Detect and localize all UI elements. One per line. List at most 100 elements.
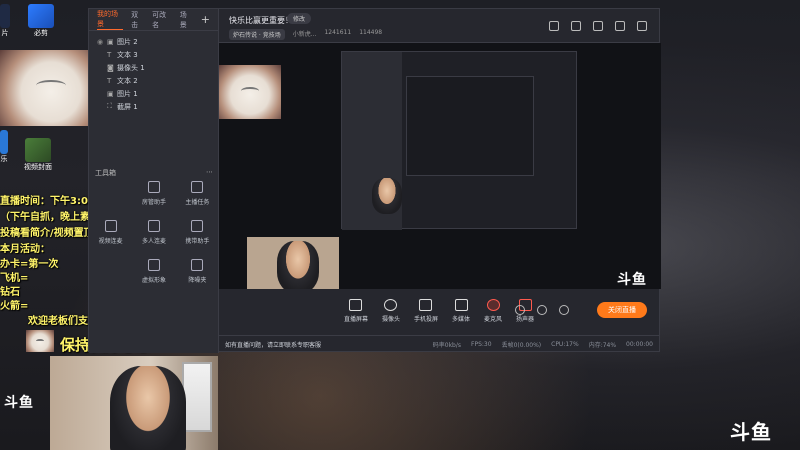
header-icons xyxy=(549,21,647,31)
clipboard-icon xyxy=(191,181,204,193)
phone-icon xyxy=(419,299,433,311)
nested-preview xyxy=(406,76,534,176)
cat-image xyxy=(0,50,102,126)
tool-carry-assistant[interactable]: 携带助手 xyxy=(176,220,219,245)
overlay-line: 钻石 xyxy=(0,287,20,298)
source-item[interactable]: T 文本 3 xyxy=(89,48,218,61)
tool-video-link[interactable]: 视频连麦 xyxy=(89,220,132,245)
status-bitrate: 码率0kb/s xyxy=(432,342,462,349)
store-icon[interactable] xyxy=(549,21,559,31)
phone-cast-button[interactable]: 手机投屏 xyxy=(414,299,438,323)
camera-button[interactable]: 摄像头 xyxy=(382,299,400,323)
webcam-feed xyxy=(50,356,218,450)
stop-live-button[interactable]: 关闭直播 xyxy=(597,302,647,318)
video-icon xyxy=(104,220,117,232)
eye-icon[interactable] xyxy=(537,305,547,315)
overlay-line: 火箭= xyxy=(0,301,29,312)
source-item[interactable]: ⛶ 截屏 1 xyxy=(89,100,218,113)
room-id: 1241611 xyxy=(324,29,352,36)
status-bar: 如有直播问题，请立即联系专职客服 码率0kb/s FPS:30 丢帧0(0.00… xyxy=(219,335,659,353)
source-item[interactable]: ▣ 图片 1 xyxy=(89,87,218,100)
avatar-icon xyxy=(147,259,160,271)
app-icon xyxy=(0,130,8,154)
tab-rename[interactable]: 可改名 xyxy=(152,10,172,30)
share-icon[interactable] xyxy=(637,21,647,31)
desktop-icon-1[interactable]: 片 xyxy=(0,4,10,38)
webcam-window xyxy=(182,362,212,432)
nested-app-window xyxy=(341,51,577,230)
user-name: 小新虎... xyxy=(292,31,317,38)
more-icon[interactable]: ⋯ xyxy=(206,168,213,178)
overlay-line: 办卡=第一次 xyxy=(0,259,59,270)
doc-icon[interactable] xyxy=(593,21,603,31)
tool-avatar[interactable]: 虚拟形象 xyxy=(132,259,175,284)
desktop-icon-cover[interactable]: 视频封面 xyxy=(24,138,52,172)
preview-webcam xyxy=(247,237,339,289)
text-icon: T xyxy=(107,76,112,85)
camera-icon xyxy=(384,299,398,311)
right-controls xyxy=(515,305,569,315)
overlay-line: 本月活动： xyxy=(0,244,50,255)
stream-preview[interactable]: 斗鱼 xyxy=(219,43,661,289)
category-chip[interactable]: 炉石传说 · 竞技场 xyxy=(229,29,285,40)
desktop-icon-bijian[interactable]: 必剪 xyxy=(28,4,54,38)
multimedia-button[interactable]: 多媒体 xyxy=(452,299,470,323)
text-icon: T xyxy=(107,50,112,59)
shield-icon xyxy=(147,181,160,193)
toolbox-header: 工具箱 ⋯ xyxy=(95,168,213,178)
room-info: 炉石传说 · 竞技场 小新虎... 1241611 114498 xyxy=(229,29,382,40)
tab-double-click[interactable]: 双击 xyxy=(131,10,144,30)
mic-icon xyxy=(486,299,500,311)
source-list: ◉ ▣ 图片 2 T 文本 3 ◙ 摄像头 1 T 文本 2 ▣ 图片 1 ⛶ 截屏 1 xyxy=(89,31,218,117)
source-item[interactable]: ◙ 摄像头 1 xyxy=(89,61,218,74)
preview-cat-image xyxy=(219,65,281,119)
douyu-logo-corner: 斗鱼 xyxy=(730,420,772,444)
noise-icon xyxy=(191,259,204,271)
douyu-logo: 斗鱼 xyxy=(4,395,34,411)
tool-multi-link[interactable]: 多人连麦 xyxy=(132,220,175,245)
bijian-icon xyxy=(28,4,54,28)
app-icon xyxy=(0,4,10,28)
add-scene-button[interactable]: + xyxy=(201,13,210,26)
download-icon xyxy=(147,220,160,232)
room-title: 快乐比赢更重要！ xyxy=(229,16,293,25)
record-icon[interactable] xyxy=(515,305,525,315)
gear-icon[interactable] xyxy=(559,305,569,315)
source-item[interactable]: T 文本 2 xyxy=(89,74,218,87)
star-icon xyxy=(191,220,204,232)
toolbox-grid: 房管助手 主播任务 视频连麦 多人连麦 携带助手 虚拟形象 降噪夹 xyxy=(89,181,219,284)
image-icon: ▣ xyxy=(107,89,114,98)
desktop-icon-3[interactable]: 乐 xyxy=(0,130,8,164)
camera-icon: ◙ xyxy=(107,63,114,72)
screen-capture-button[interactable]: 直播屏幕 xyxy=(344,299,368,323)
overlay-line: 飞机= xyxy=(0,273,29,284)
status-drop: 丢帧0(0.00%) xyxy=(501,342,542,349)
microphone-button[interactable]: 麦克风 xyxy=(484,299,502,323)
room-header: 快乐比赢更重要！ 修改 炉石传说 · 竞技场 小新虎... 1241611 11… xyxy=(219,9,659,43)
tool-room-manager[interactable]: 房管助手 xyxy=(132,181,175,206)
tab-scene[interactable]: 场景 xyxy=(180,10,193,30)
tool-denoise[interactable]: 降噪夹 xyxy=(176,259,219,284)
heat-value: 114498 xyxy=(359,29,383,36)
bell-icon[interactable] xyxy=(615,21,625,31)
source-item[interactable]: ◉ ▣ 图片 2 xyxy=(89,35,218,48)
scene-panel: 我的场景 双击 可改名 场景 + ◉ ▣ 图片 2 T 文本 3 ◙ 摄像头 1 T 文本… xyxy=(89,9,219,353)
small-avatar xyxy=(26,330,54,352)
eye-icon[interactable]: ◉ xyxy=(97,38,107,46)
screenshot-icon: ⛶ xyxy=(107,102,112,110)
status-fps: FPS:30 xyxy=(471,341,492,348)
streaming-app-window: 我的场景 双击 可改名 场景 + ◉ ▣ 图片 2 T 文本 3 ◙ 摄像头 1 T 文本… xyxy=(88,8,661,353)
nested-streamer xyxy=(372,178,402,214)
status-timer: 00:00:00 xyxy=(626,341,653,348)
media-icon xyxy=(454,299,468,311)
scene-tabs: 我的场景 双击 可改名 场景 + xyxy=(89,9,218,31)
status-notice: 如有直播问题，请立即联系专职客服 xyxy=(225,342,322,349)
edit-title-button[interactable]: 修改 xyxy=(287,13,312,24)
status-cpu: CPU:17% xyxy=(551,341,579,348)
tool-anchor-task[interactable]: 主播任务 xyxy=(176,181,219,206)
preview-douyu-logo: 斗鱼 xyxy=(617,272,647,288)
lock-icon[interactable] xyxy=(571,21,581,31)
tab-my-scene[interactable]: 我的场景 xyxy=(97,9,124,30)
streamer xyxy=(110,366,186,450)
screen-icon xyxy=(349,299,363,311)
